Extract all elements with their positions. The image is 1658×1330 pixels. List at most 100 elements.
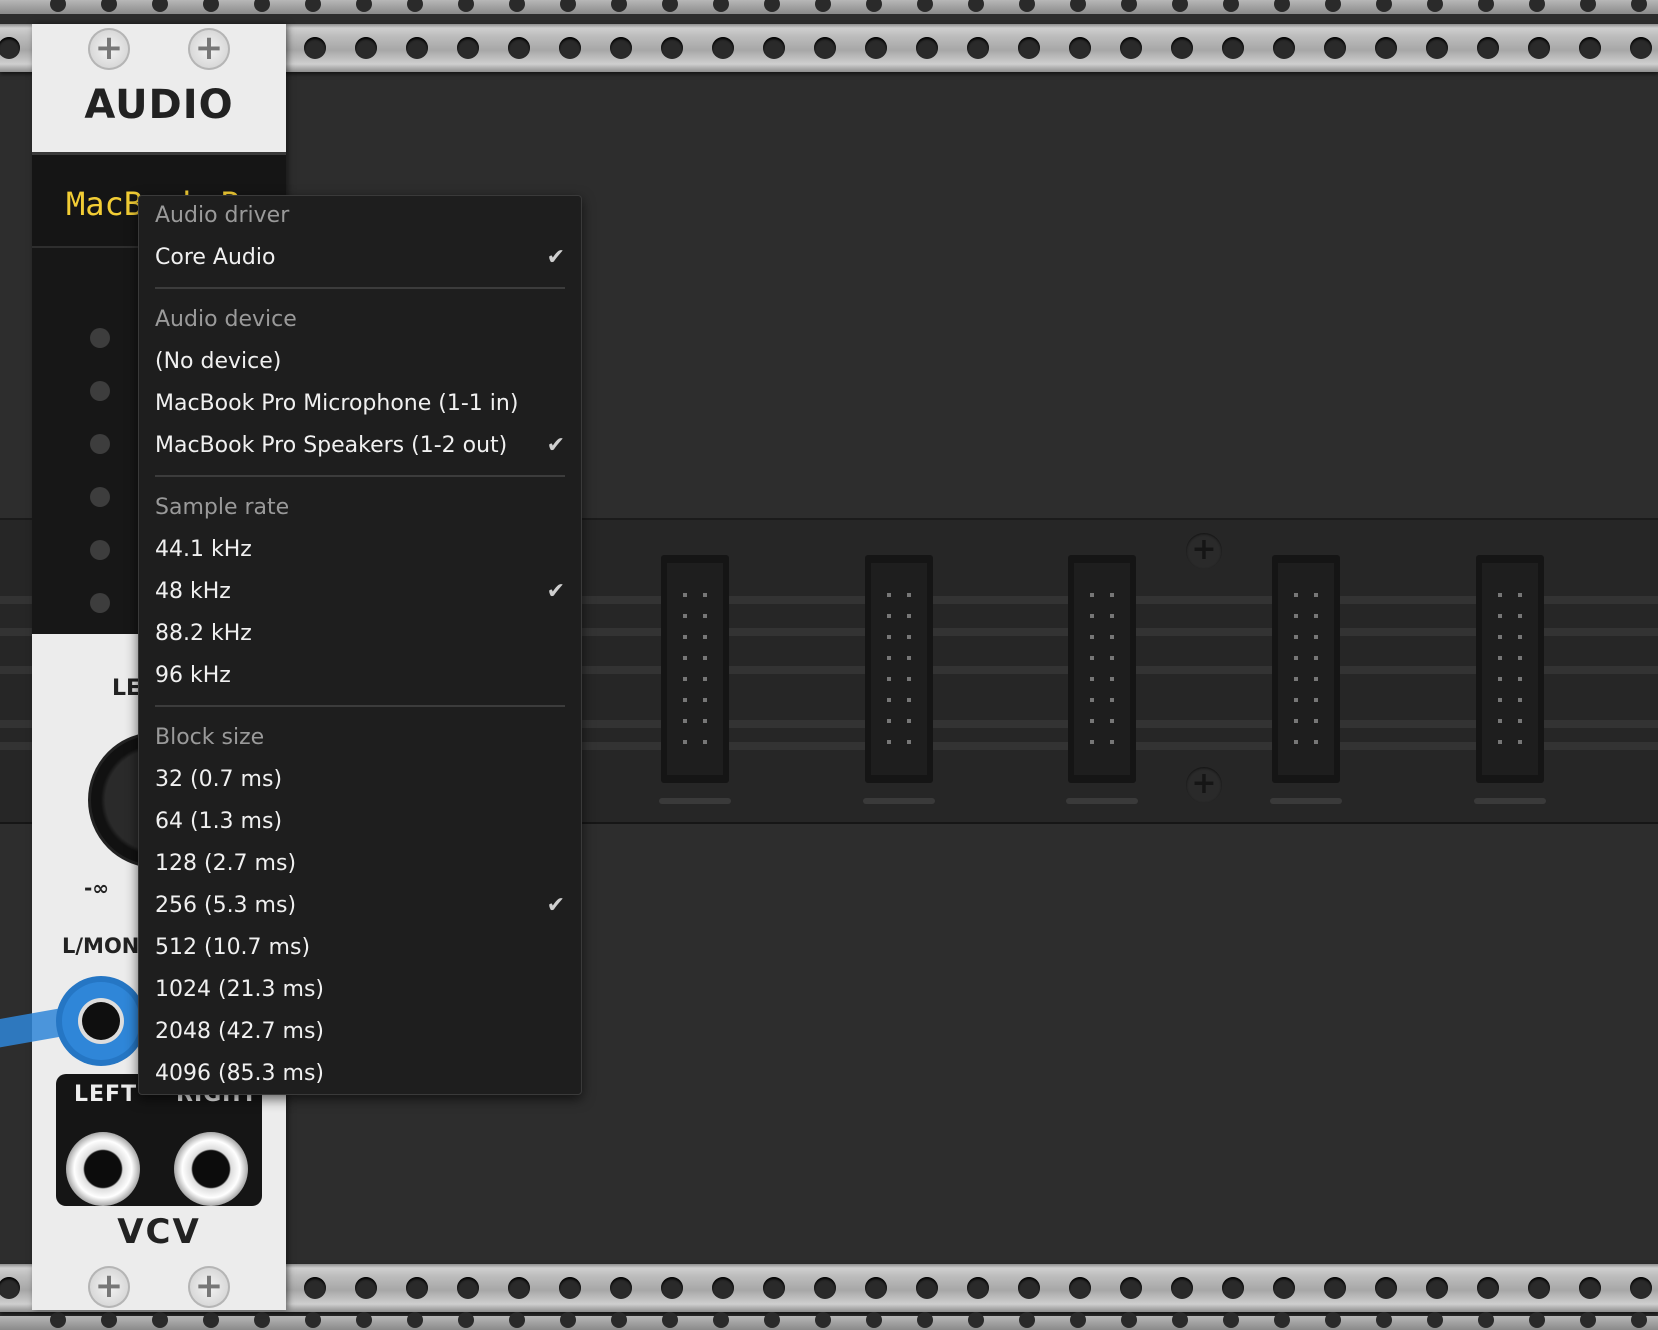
rail-hole bbox=[407, 0, 423, 12]
menu-item-block-size[interactable]: 128 (2.7 ms) bbox=[155, 844, 565, 884]
module-title: AUDIO bbox=[84, 82, 234, 128]
rail-hole bbox=[610, 37, 632, 59]
rail-hole bbox=[866, 0, 882, 12]
input-jack[interactable] bbox=[62, 982, 140, 1060]
rail-hole bbox=[967, 1277, 989, 1299]
menu-section-audio-device: Audio device bbox=[155, 307, 297, 332]
header-foot bbox=[659, 798, 731, 804]
menu-item-block-size[interactable]: 256 (5.3 ms) ✔ bbox=[155, 886, 565, 926]
menu-item-block-size[interactable]: 4096 (85.3 ms) bbox=[155, 1054, 565, 1094]
meter-led bbox=[90, 328, 110, 348]
checkmark-icon: ✔ bbox=[546, 893, 565, 918]
rail-hole bbox=[865, 37, 887, 59]
rail-hole bbox=[1324, 1277, 1346, 1299]
rail-hole bbox=[254, 0, 270, 12]
checkmark-icon: ✔ bbox=[546, 245, 565, 270]
menu-item-block-size[interactable]: 512 (10.7 ms) bbox=[155, 928, 565, 968]
rail-hole bbox=[1427, 0, 1443, 12]
rail-hole bbox=[1121, 0, 1137, 12]
rail-hole bbox=[1018, 1277, 1040, 1299]
screw-icon: + bbox=[88, 1266, 130, 1308]
connector-header bbox=[1476, 555, 1544, 783]
rail-hole bbox=[458, 1312, 474, 1328]
rail-hole bbox=[610, 1277, 632, 1299]
neg-inf-label: -∞ bbox=[84, 876, 109, 900]
rail-hole bbox=[815, 1312, 831, 1328]
menu-item-label: 512 (10.7 ms) bbox=[155, 935, 311, 960]
rail-hole bbox=[712, 37, 734, 59]
rail-hole bbox=[1580, 1312, 1596, 1328]
screw-icon: + bbox=[1186, 533, 1222, 569]
menu-separator bbox=[155, 475, 565, 477]
menu-item-device[interactable]: MacBook Pro Speakers (1-2 out) ✔ bbox=[155, 426, 565, 466]
rail-hole bbox=[713, 1312, 729, 1328]
rail-hole bbox=[254, 1312, 270, 1328]
rail-hole bbox=[815, 0, 831, 12]
rail-hole bbox=[203, 0, 219, 12]
menu-section-block-size: Block size bbox=[155, 725, 265, 750]
menu-item-label: 96 kHz bbox=[155, 663, 231, 688]
rail-hole bbox=[101, 1312, 117, 1328]
menu-item-label: 64 (1.3 ms) bbox=[155, 809, 283, 834]
rail-hole bbox=[407, 1312, 423, 1328]
menu-item-label: 32 (0.7 ms) bbox=[155, 767, 283, 792]
rail-hole bbox=[1580, 0, 1596, 12]
rack-rail-top-strip bbox=[0, 0, 1658, 14]
rail-hole bbox=[356, 0, 372, 12]
rail-hole bbox=[1171, 1277, 1193, 1299]
rail-hole bbox=[1529, 1312, 1545, 1328]
menu-item-label: 4096 (85.3 ms) bbox=[155, 1061, 325, 1086]
rail-hole bbox=[968, 0, 984, 12]
rail-hole bbox=[1427, 1312, 1443, 1328]
rail-hole bbox=[1325, 1312, 1341, 1328]
menu-item-label: 2048 (42.7 ms) bbox=[155, 1019, 325, 1044]
screw-icon: + bbox=[188, 1266, 230, 1308]
rail-hole bbox=[1630, 37, 1652, 59]
rail-hole bbox=[1069, 1277, 1091, 1299]
menu-item-sample-rate[interactable]: 88.2 kHz bbox=[155, 614, 565, 654]
rail-hole bbox=[1069, 37, 1091, 59]
rail-hole bbox=[1477, 37, 1499, 59]
checkmark-icon: ✔ bbox=[546, 579, 565, 604]
rail-hole bbox=[457, 37, 479, 59]
connector-header bbox=[1272, 555, 1340, 783]
rail-hole bbox=[661, 1277, 683, 1299]
menu-item-block-size[interactable]: 1024 (21.3 ms) bbox=[155, 970, 565, 1010]
rail-hole bbox=[1426, 37, 1448, 59]
rail-hole bbox=[0, 37, 20, 59]
rail-hole bbox=[661, 37, 683, 59]
rail-hole bbox=[101, 0, 117, 12]
menu-item-block-size[interactable]: 32 (0.7 ms) bbox=[155, 760, 565, 800]
rail-hole bbox=[152, 1312, 168, 1328]
rail-hole bbox=[1529, 0, 1545, 12]
menu-item-device[interactable]: MacBook Pro Microphone (1-1 in) bbox=[155, 384, 565, 424]
menu-item-sample-rate[interactable]: 96 kHz bbox=[155, 656, 565, 696]
menu-item-sample-rate[interactable]: 48 kHz ✔ bbox=[155, 572, 565, 612]
output-left-jack[interactable] bbox=[66, 1132, 140, 1206]
menu-item-block-size[interactable]: 2048 (42.7 ms) bbox=[155, 1012, 565, 1052]
menu-item-driver[interactable]: Core Audio ✔ bbox=[155, 238, 565, 278]
menu-item-label: (No device) bbox=[155, 349, 282, 374]
rail-hole bbox=[968, 1312, 984, 1328]
rail-hole bbox=[611, 0, 627, 12]
rail-hole bbox=[50, 1312, 66, 1328]
rail-hole bbox=[509, 0, 525, 12]
rail-hole bbox=[1477, 1277, 1499, 1299]
rail-hole bbox=[508, 1277, 530, 1299]
rail-hole bbox=[814, 1277, 836, 1299]
menu-item-block-size[interactable]: 64 (1.3 ms) bbox=[155, 802, 565, 842]
menu-separator bbox=[155, 705, 565, 707]
rail-hole bbox=[865, 1277, 887, 1299]
rail-hole bbox=[203, 1312, 219, 1328]
output-right-jack[interactable] bbox=[174, 1132, 248, 1206]
menu-item-label: 128 (2.7 ms) bbox=[155, 851, 297, 876]
rail-hole bbox=[1528, 1277, 1550, 1299]
rail-hole bbox=[764, 0, 780, 12]
menu-item-sample-rate[interactable]: 44.1 kHz bbox=[155, 530, 565, 570]
rail-hole bbox=[866, 1312, 882, 1328]
rail-hole bbox=[304, 37, 326, 59]
rail-hole bbox=[763, 1277, 785, 1299]
rail-hole bbox=[712, 1277, 734, 1299]
rail-hole bbox=[1274, 0, 1290, 12]
menu-item-device[interactable]: (No device) bbox=[155, 342, 565, 382]
